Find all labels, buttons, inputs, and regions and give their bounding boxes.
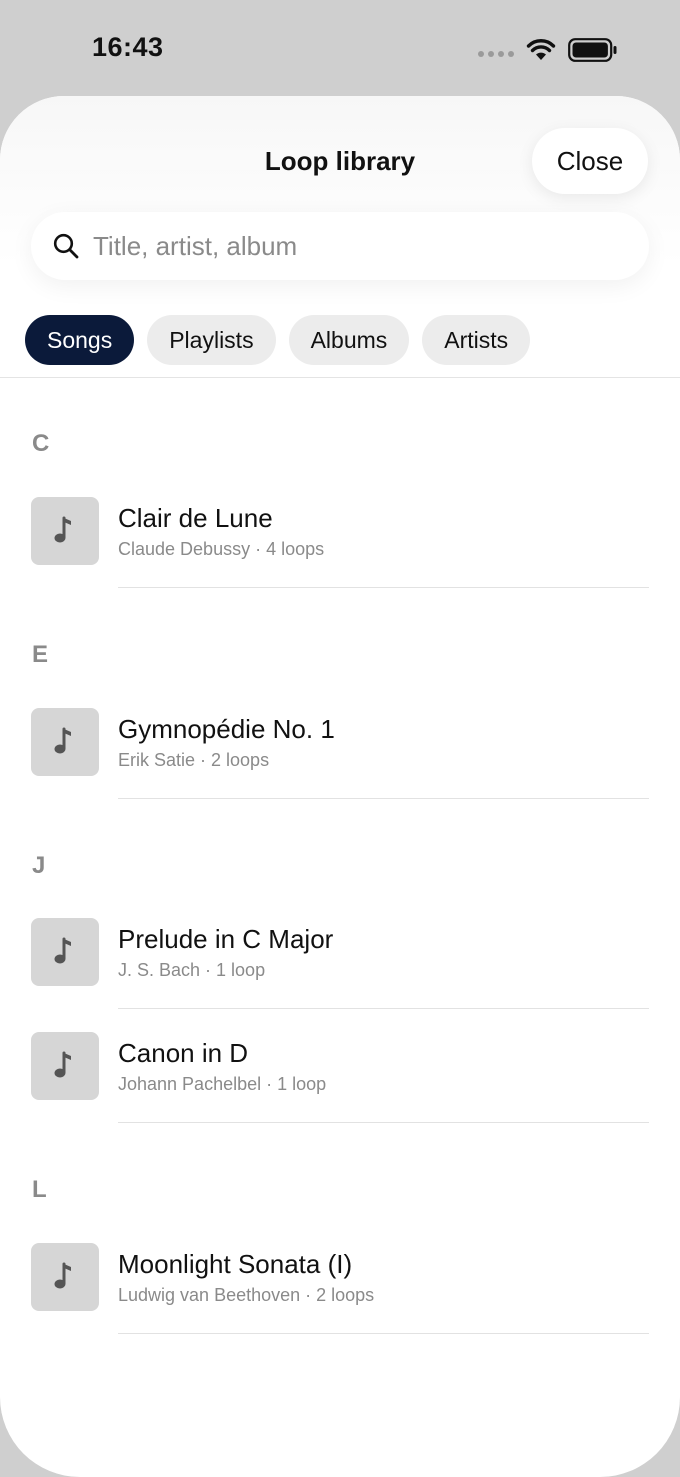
status-time: 16:43	[92, 32, 164, 62]
song-meta: J. S. Bach · 1 loop	[118, 960, 266, 980]
row-divider	[118, 587, 649, 588]
song-artwork	[31, 708, 99, 776]
music-note-icon	[54, 516, 71, 543]
song-row[interactable]: Clair de Lune Claude Debussy · 4 loops	[0, 497, 680, 611]
song-row[interactable]: Canon in D Johann Pachelbel · 1 loop	[0, 1032, 680, 1146]
music-note-icon	[54, 727, 71, 754]
song-meta: Ludwig van Beethoven · 2 loops	[118, 1285, 375, 1305]
song-artwork	[31, 1032, 99, 1100]
song-artwork	[31, 918, 99, 986]
status-icons	[478, 36, 618, 64]
music-note-icon	[54, 937, 71, 964]
cellular-signal-icon	[478, 51, 514, 57]
song-artwork	[31, 497, 99, 565]
search-icon	[53, 233, 79, 259]
row-divider	[118, 1333, 649, 1334]
section-header-e: E	[32, 641, 49, 668]
loop-library-sheet: Loop library Close Songs Playlists Album…	[0, 96, 680, 1477]
search-input[interactable]	[93, 230, 613, 262]
library-filter-tabs: Songs Playlists Albums Artists	[25, 315, 531, 365]
status-bar: 16:43	[0, 0, 680, 96]
song-meta: Johann Pachelbel · 1 loop	[118, 1074, 327, 1094]
section-header-l: L	[32, 1176, 47, 1203]
song-meta: Erik Satie · 2 loops	[118, 750, 270, 770]
music-note-icon	[54, 1262, 71, 1289]
tab-songs[interactable]: Songs	[25, 315, 135, 365]
tab-albums[interactable]: Albums	[288, 315, 410, 365]
tab-playlists[interactable]: Playlists	[147, 315, 276, 365]
song-row[interactable]: Gymnopédie No. 1 Erik Satie · 2 loops	[0, 708, 680, 822]
row-divider	[118, 1008, 649, 1009]
song-title: Moonlight Sonata (I)	[118, 1249, 353, 1279]
music-note-icon	[54, 1051, 71, 1078]
song-row[interactable]: Prelude in C Major J. S. Bach · 1 loop	[0, 918, 680, 1032]
row-divider	[118, 1122, 649, 1123]
song-title: Clair de Lune	[118, 503, 273, 533]
song-row[interactable]: Moonlight Sonata (I) Ludwig van Beethove…	[0, 1243, 680, 1357]
wifi-icon	[526, 39, 556, 60]
tabs-divider	[0, 377, 680, 378]
section-header-c: C	[32, 430, 50, 457]
song-artwork	[31, 1243, 99, 1311]
section-header-j: J	[32, 852, 46, 879]
song-title: Canon in D	[118, 1038, 249, 1068]
tab-artists[interactable]: Artists	[422, 315, 531, 365]
song-title: Prelude in C Major	[118, 924, 334, 954]
song-meta: Claude Debussy · 4 loops	[118, 539, 325, 559]
battery-icon	[568, 38, 617, 62]
song-title: Gymnopédie No. 1	[118, 714, 335, 744]
close-button[interactable]: Close	[532, 128, 648, 194]
row-divider	[118, 798, 649, 799]
search-field[interactable]	[31, 212, 649, 280]
